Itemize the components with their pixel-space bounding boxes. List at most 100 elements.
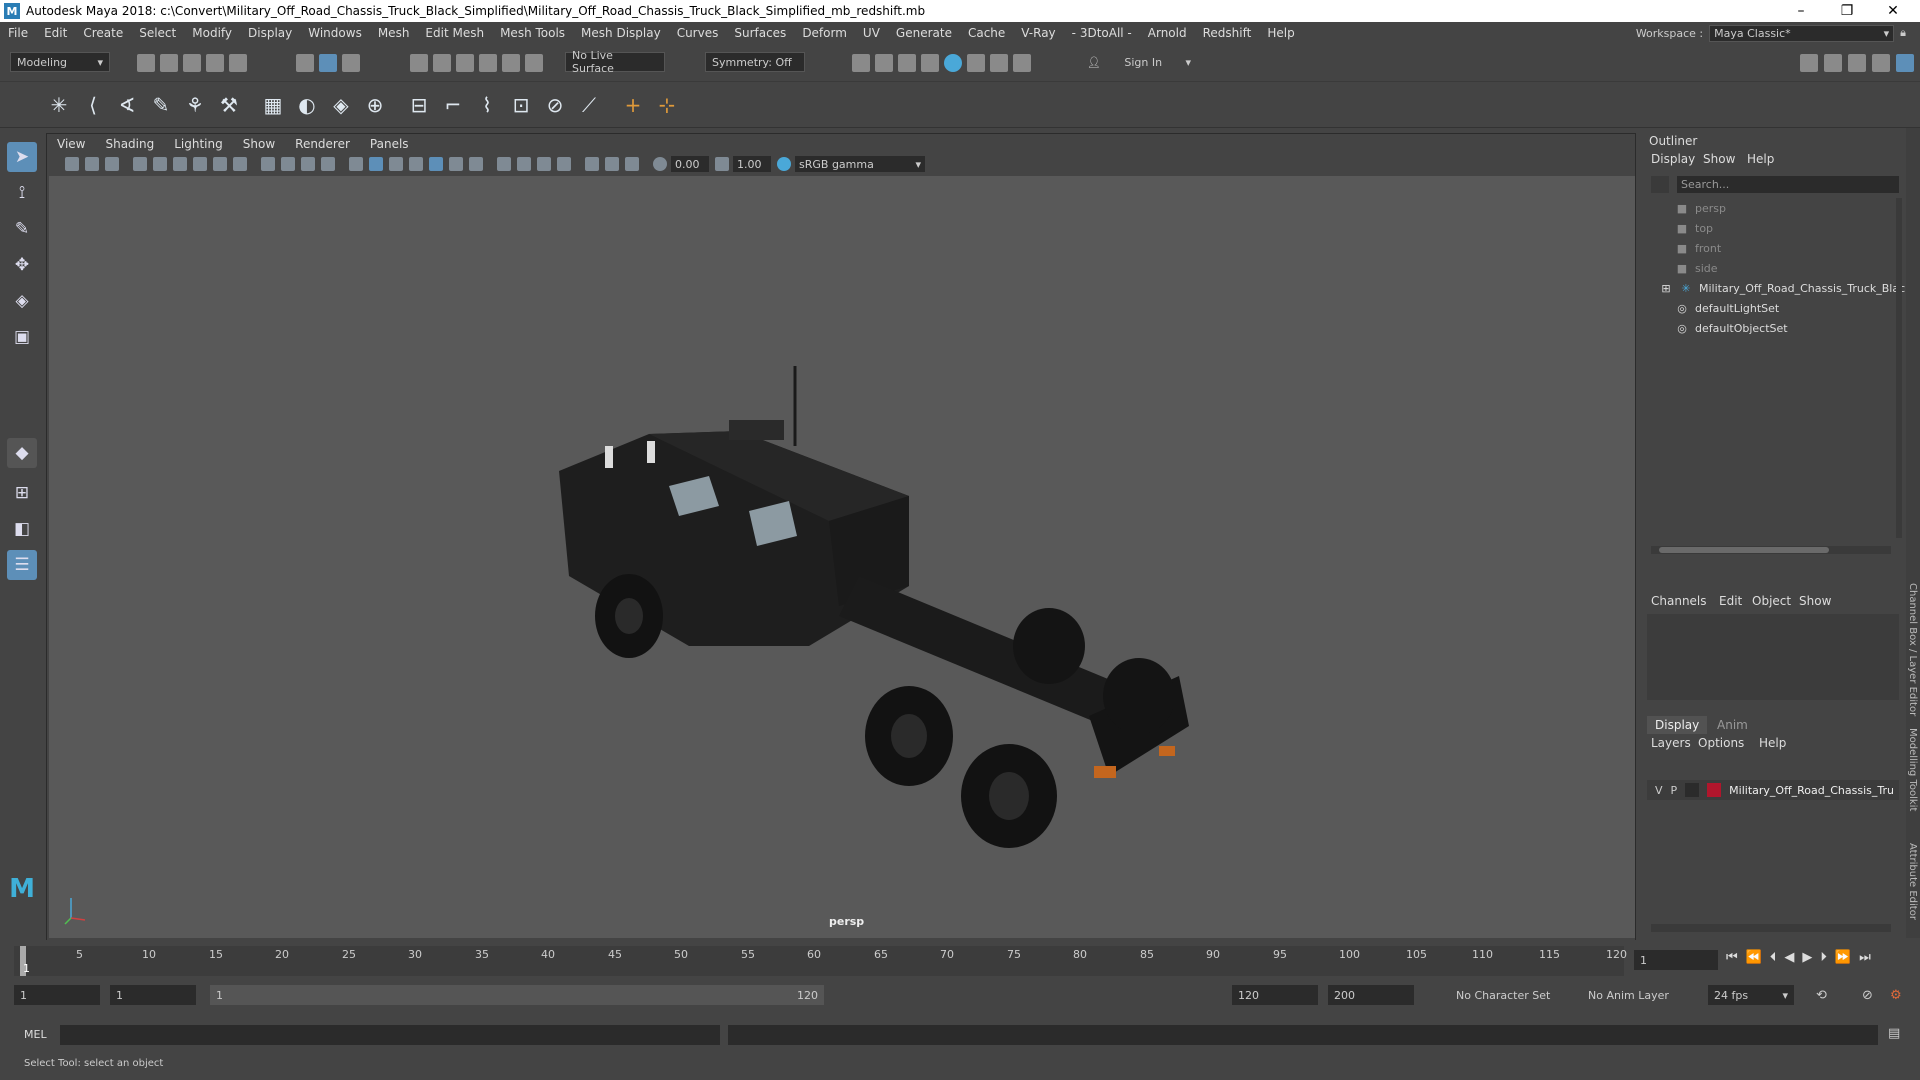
- outliner-item[interactable]: ■ side: [1675, 259, 1718, 277]
- preferences-icon[interactable]: ⚙: [1890, 988, 1902, 1003]
- playback-start-field[interactable]: 1: [110, 985, 196, 1005]
- snap-point-icon[interactable]: [456, 54, 474, 72]
- outliner-layout-icon[interactable]: ☰: [7, 550, 37, 580]
- shadows-icon[interactable]: [469, 157, 483, 171]
- pencil-curve-icon[interactable]: ✎: [148, 92, 174, 118]
- default-material-icon[interactable]: [389, 157, 403, 171]
- outliner-item[interactable]: ⊞ ✳ Military_Off_Road_Chassis_Truck_Blac…: [1659, 279, 1920, 297]
- target-weld-icon[interactable]: ⟋: [576, 92, 602, 118]
- script-editor-icon[interactable]: ▤: [1888, 1026, 1900, 1041]
- bevel-icon[interactable]: ⌐: [440, 92, 466, 118]
- menu-curves[interactable]: Curves: [669, 26, 727, 40]
- resolution-gate-icon[interactable]: [233, 157, 247, 171]
- character-controls-icon[interactable]: [1824, 54, 1842, 72]
- vp-menu-show[interactable]: Show: [233, 137, 285, 151]
- horizontal-scrollbar[interactable]: [1651, 546, 1891, 554]
- channel-box-toggle-icon[interactable]: [1896, 54, 1914, 72]
- depth-of-field-icon[interactable]: [557, 157, 571, 171]
- time-slider[interactable]: 1 5 10 15 20 25 30 35 40 45 50 55 60 65 …: [0, 940, 1920, 980]
- paint-select-icon[interactable]: ✎: [7, 214, 37, 244]
- vp-menu-view[interactable]: View: [47, 137, 95, 151]
- rotate-tool-icon[interactable]: ◈: [7, 286, 37, 316]
- view-transform-dropdown[interactable]: sRGB gamma ▾: [795, 156, 925, 172]
- center-pivot-icon[interactable]: +: [620, 92, 646, 118]
- menu-cache[interactable]: Cache: [960, 26, 1013, 40]
- menu-help[interactable]: Help: [1259, 26, 1302, 40]
- outliner-item[interactable]: ◎ defaultLightSet: [1675, 299, 1779, 317]
- tab-channel-box[interactable]: Channel Box / Layer Editor: [1907, 583, 1918, 716]
- attribute-editor-icon[interactable]: [1848, 54, 1866, 72]
- extrude-icon[interactable]: ⊟: [406, 92, 432, 118]
- wireframe-on-shaded-icon[interactable]: [409, 157, 423, 171]
- outliner-menu-display[interactable]: Display: [1651, 152, 1695, 166]
- menu-create[interactable]: Create: [75, 26, 131, 40]
- channels-menu-channels[interactable]: Channels: [1651, 594, 1707, 608]
- undo-icon[interactable]: [206, 54, 224, 72]
- bridge-icon[interactable]: ⌇: [474, 92, 500, 118]
- color-management-icon[interactable]: [777, 157, 791, 171]
- vp-menu-renderer[interactable]: Renderer: [285, 137, 360, 151]
- insert-edge-loop-icon[interactable]: ⊡: [508, 92, 534, 118]
- safe-action-icon[interactable]: [301, 157, 315, 171]
- redshift-render-icon[interactable]: [990, 54, 1008, 72]
- outliner-item[interactable]: ■ front: [1675, 239, 1721, 257]
- step-back-frame-icon[interactable]: ⏴: [1770, 950, 1777, 965]
- joint-tool-icon[interactable]: ⚘: [182, 92, 208, 118]
- go-to-end-icon[interactable]: ⏭: [1859, 950, 1871, 965]
- tab-attribute-editor[interactable]: Attribute Editor: [1907, 843, 1918, 920]
- persp-outliner-layout-icon[interactable]: ◧: [7, 514, 37, 544]
- gate-mask-icon[interactable]: [261, 157, 275, 171]
- menu-3dtoall[interactable]: - 3DtoAll -: [1064, 26, 1140, 40]
- grid-toggle-icon[interactable]: [193, 157, 207, 171]
- outliner-item[interactable]: ■ top: [1675, 219, 1713, 237]
- polygon-plane-icon[interactable]: ⊕: [362, 92, 388, 118]
- tab-modelling-toolkit[interactable]: Modelling Toolkit: [1907, 728, 1918, 811]
- render-view-icon[interactable]: [967, 54, 985, 72]
- gamma-field[interactable]: 1.00: [733, 156, 771, 172]
- layer-row[interactable]: V P Military_Off_Road_Chassis_Tru: [1647, 780, 1899, 800]
- redo-icon[interactable]: [229, 54, 247, 72]
- command-input[interactable]: [60, 1025, 720, 1045]
- snap-curve-icon[interactable]: [433, 54, 451, 72]
- render-frame-icon[interactable]: [852, 54, 870, 72]
- select-objects-icon[interactable]: [319, 54, 337, 72]
- layers-scrollbar[interactable]: [1651, 924, 1891, 932]
- menu-edit-mesh[interactable]: Edit Mesh: [417, 26, 492, 40]
- use-all-lights-icon[interactable]: [449, 157, 463, 171]
- current-frame-field[interactable]: 1: [1634, 950, 1718, 970]
- layers-menu-layers[interactable]: Layers: [1651, 736, 1691, 750]
- modeling-toolkit-icon[interactable]: [1800, 54, 1818, 72]
- polygon-cube-icon[interactable]: ▦: [260, 92, 286, 118]
- vp-menu-shading[interactable]: Shading: [95, 137, 164, 151]
- screen-space-ao-icon[interactable]: [497, 157, 511, 171]
- xray-icon[interactable]: [605, 157, 619, 171]
- safe-title-icon[interactable]: [321, 157, 335, 171]
- exposure-icon[interactable]: [653, 157, 667, 171]
- menu-surfaces[interactable]: Surfaces: [726, 26, 794, 40]
- menu-vray[interactable]: V-Ray: [1013, 26, 1063, 40]
- layer-visibility-toggle[interactable]: V: [1655, 784, 1663, 797]
- snap-grid-icon[interactable]: [410, 54, 428, 72]
- filter-icon[interactable]: [1651, 176, 1669, 193]
- anim-layer-dropdown[interactable]: No Anim Layer: [1582, 985, 1692, 1005]
- workspace-dropdown[interactable]: Maya Classic* ▾: [1709, 24, 1895, 42]
- freeze-transform-icon[interactable]: ⊹: [654, 92, 680, 118]
- range-bar[interactable]: 1 120: [210, 985, 824, 1005]
- close-icon[interactable]: ✕: [1870, 0, 1916, 22]
- outliner-item[interactable]: ■ persp: [1675, 199, 1726, 217]
- step-back-key-icon[interactable]: ⏪: [1746, 950, 1762, 965]
- go-to-start-icon[interactable]: ⏮: [1726, 950, 1738, 965]
- outliner-item[interactable]: ◎ defaultObjectSet: [1675, 319, 1787, 337]
- pause-render-icon[interactable]: [1013, 54, 1031, 72]
- step-forward-key-icon[interactable]: ⏩: [1835, 950, 1851, 965]
- polygon-cylinder-icon[interactable]: ◈: [328, 92, 354, 118]
- four-view-layout-icon[interactable]: ⊞: [7, 478, 37, 508]
- minimize-icon[interactable]: –: [1778, 0, 1824, 22]
- tool-settings-icon[interactable]: [1872, 54, 1890, 72]
- menu-mesh[interactable]: Mesh: [370, 26, 418, 40]
- bezier-curve-icon[interactable]: ∢: [114, 92, 140, 118]
- outliner-menu-show[interactable]: Show: [1703, 152, 1735, 166]
- select-components-icon[interactable]: [342, 54, 360, 72]
- multi-cut-icon[interactable]: ⊘: [542, 92, 568, 118]
- select-hierarchy-icon[interactable]: [296, 54, 314, 72]
